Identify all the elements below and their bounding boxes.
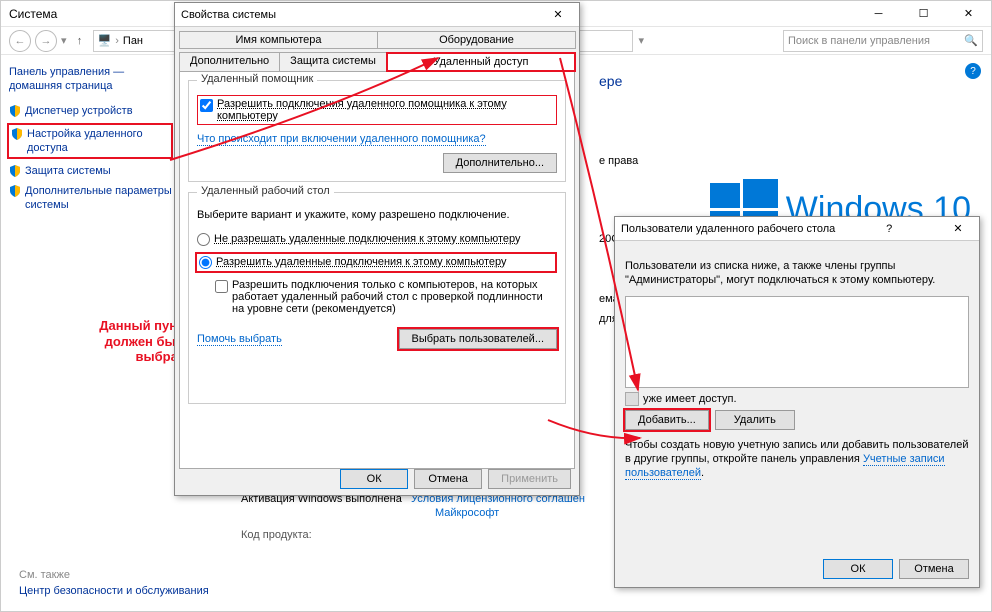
rdp-description: Выберите вариант и укажите, кому разреше… [197, 209, 557, 221]
shield-icon [11, 128, 23, 140]
ok-button[interactable]: ОК [340, 469, 408, 489]
remote-desktop-group: Удаленный рабочий стол Выберите вариант … [188, 192, 566, 404]
add-user-button[interactable]: Добавить... [625, 410, 709, 430]
dialog-titlebar: Свойства системы ✕ [175, 3, 579, 27]
rdp-option-deny[interactable]: Не разрешать удаленные подключения к это… [197, 233, 557, 246]
window-controls: ─ ☐ ✕ [856, 1, 991, 27]
group-title: Удаленный помощник [197, 73, 317, 85]
tab-panel: Удаленный помощник Разрешить подключения… [179, 71, 575, 469]
see-also-link[interactable]: Центр безопасности и обслуживания [19, 585, 209, 597]
rdp-help-link[interactable]: Помочь выбрать [197, 333, 282, 346]
nav-back-button[interactable]: ← [9, 30, 31, 52]
dialog-buttons: ОК Отмена Применить [340, 469, 571, 489]
minimize-button[interactable]: ─ [856, 1, 901, 27]
tab-computer-name[interactable]: Имя компьютера [179, 31, 378, 49]
computer-icon: 🖥️ [98, 34, 112, 47]
address-text: Пан [123, 35, 143, 47]
sidebar-item-label: Диспетчер устройств [25, 104, 133, 118]
see-also-label: См. также [19, 569, 70, 581]
remote-users-dialog: Пользователи удаленного рабочего стола ?… [614, 216, 980, 588]
tab-hardware[interactable]: Оборудование [377, 31, 576, 49]
tab-advanced[interactable]: Дополнительно [179, 52, 280, 72]
window-title: Система [9, 7, 57, 21]
dialog-title: Пользователи удаленного рабочего стола [621, 223, 835, 235]
shield-icon [9, 105, 21, 117]
dialog-body: Пользователи из списка ниже, а также чле… [615, 241, 979, 498]
sidebar-item-system-protection[interactable]: Защита системы [9, 164, 173, 178]
sidebar-item-remote-settings[interactable]: Настройка удаленного доступа [7, 123, 173, 160]
users-listbox[interactable] [625, 296, 969, 388]
sidebar-item-advanced-settings[interactable]: Дополнительные параметры системы [9, 184, 173, 213]
remote-assistant-help-link[interactable]: Что происходит при включении удаленного … [197, 133, 486, 146]
text-fragment: е права [599, 155, 638, 167]
dialog-close-button[interactable]: ✕ [943, 218, 973, 240]
dialog-title: Свойства системы [181, 9, 276, 21]
search-input[interactable]: Поиск в панели управления 🔍 [783, 30, 983, 52]
page-title-fragment: ере [599, 73, 622, 89]
nav-recent-button[interactable]: ▾ [61, 34, 67, 47]
tab-row-1: Имя компьютера Оборудование [179, 31, 575, 48]
product-code-label: Код продукта: [241, 529, 312, 541]
sidebar-item-device-manager[interactable]: Диспетчер устройств [9, 104, 173, 118]
users-description: Пользователи из списка ниже, а также чле… [625, 259, 969, 288]
rdp-nla-checkbox-row[interactable]: Разрешить подключения только с компьютер… [215, 279, 557, 315]
sidebar-item-label: Настройка удаленного доступа [27, 127, 169, 156]
user-buttons: Добавить... Удалить [625, 410, 969, 430]
rdp-radio-deny[interactable] [197, 233, 210, 246]
radio-label: Разрешить удаленные подключения к этому … [216, 256, 507, 268]
rdp-radio-allow[interactable] [199, 256, 212, 269]
tab-remote-access[interactable]: Удаленный доступ [386, 52, 576, 72]
apply-button[interactable]: Применить [488, 469, 571, 489]
address-dropdown[interactable]: ▾ [639, 34, 645, 47]
nav-forward-button[interactable]: → [35, 30, 57, 52]
shield-icon [9, 185, 21, 197]
chevron-right-icon: › [115, 35, 119, 47]
cancel-button[interactable]: Отмена [414, 469, 482, 489]
cancel-button[interactable]: Отмена [899, 559, 969, 579]
annotation-text: Данный пункт должен быть выбран! [60, 318, 190, 365]
rdp-nla-checkbox[interactable] [215, 280, 228, 293]
group-title: Удаленный рабочий стол [197, 185, 334, 197]
dialog-buttons: ОК Отмена [823, 559, 969, 579]
checkbox-label: Разрешить подключения только с компьютер… [232, 279, 557, 315]
search-placeholder: Поиск в панели управления [788, 35, 930, 47]
checkbox-label: Разрешить подключения удаленного помощни… [217, 98, 554, 122]
nav-up-button[interactable]: ↑ [71, 35, 89, 47]
maximize-button[interactable]: ☐ [901, 1, 946, 27]
tab-system-protection[interactable]: Защита системы [279, 52, 387, 72]
dialog-titlebar: Пользователи удаленного рабочего стола ?… [615, 217, 979, 241]
allow-remote-assistant-checkbox[interactable] [200, 99, 213, 112]
tab-row-2: Дополнительно Защита системы Удаленный д… [179, 52, 575, 71]
microsoft-link[interactable]: Майкрософт [435, 507, 499, 519]
sidebar-item-label: Дополнительные параметры системы [25, 184, 173, 213]
footer-info: Чтобы создать новую учетную запись или д… [625, 438, 969, 481]
select-users-button[interactable]: Выбрать пользователей... [399, 329, 558, 349]
dialog-help-button[interactable]: ? [877, 223, 901, 235]
remove-user-button[interactable]: Удалить [715, 410, 795, 430]
system-properties-dialog: Свойства системы ✕ Имя компьютера Оборуд… [174, 2, 580, 496]
allow-remote-assistant-checkbox-row[interactable]: Разрешить подключения удаленного помощни… [197, 95, 557, 125]
sidebar-item-label: Защита системы [25, 164, 111, 178]
search-icon: 🔍 [964, 34, 978, 47]
remote-assistant-advanced-button[interactable]: Дополнительно... [443, 153, 557, 173]
close-button[interactable]: ✕ [946, 1, 991, 27]
user-icon [625, 392, 639, 406]
dialog-close-button[interactable]: ✕ [543, 4, 573, 26]
rdp-option-allow[interactable]: Разрешить удаленные подключения к этому … [195, 252, 557, 273]
radio-label: Не разрешать удаленные подключения к это… [214, 233, 521, 245]
shield-icon [9, 165, 21, 177]
ok-button[interactable]: ОК [823, 559, 893, 579]
sidebar-home-link[interactable]: Панель управления — домашняя страница [9, 65, 173, 94]
remote-assistant-group: Удаленный помощник Разрешить подключения… [188, 80, 566, 182]
current-access-row: уже имеет доступ. [625, 392, 969, 406]
access-label: уже имеет доступ. [643, 393, 737, 405]
